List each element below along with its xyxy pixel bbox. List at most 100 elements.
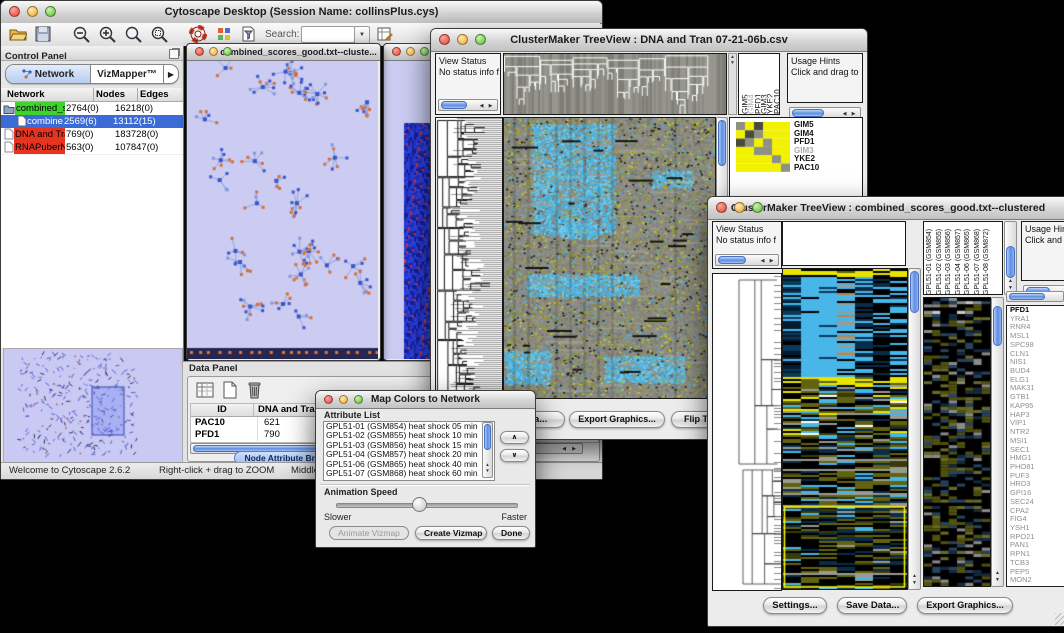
array-label[interactable]: PAC10 xyxy=(773,56,779,114)
treeview1-titlebar[interactable]: ClusterMaker TreeView : DNA and Tran 07-… xyxy=(431,29,867,52)
move-down-button[interactable]: ∨ xyxy=(500,449,529,462)
network-view-canvas[interactable] xyxy=(187,61,378,359)
attribute-list-vscrollbar[interactable]: ▲ ▼ xyxy=(482,422,493,478)
network-row[interactable]: combined_scores 2764(0) 16218(0) xyxy=(1,102,183,115)
gene-dendrogram-panel[interactable] xyxy=(435,117,503,399)
tab-network[interactable]: Network xyxy=(6,65,91,83)
heatmap-panel[interactable] xyxy=(503,117,716,399)
array-label[interactable]: GPL51-04 (GSM857) xyxy=(955,223,965,295)
save-icon[interactable] xyxy=(35,26,51,42)
scroll-up-icon[interactable]: ▲ xyxy=(909,573,920,579)
attribute-grid-icon[interactable] xyxy=(217,27,232,42)
network-row[interactable]: DNA and Tran 07 769(0) 183728(0) xyxy=(1,128,183,141)
array-labels-vscrollbar[interactable]: ▲ ▼ xyxy=(1004,221,1017,295)
scroll-left-icon[interactable]: ◀ xyxy=(560,446,568,452)
array-label[interactable]: GPL51-07 (GSM868) xyxy=(974,223,984,295)
export-graphics-button[interactable]: Export Graphics... xyxy=(569,411,665,428)
column-dendrogram-panel[interactable] xyxy=(782,221,906,266)
scroll-up-icon[interactable]: ▲ xyxy=(1005,278,1016,284)
zoom-fit-icon[interactable] xyxy=(125,26,143,43)
export-graphics-button[interactable]: Export Graphics... xyxy=(917,597,1013,614)
filter-icon[interactable] xyxy=(241,26,256,42)
zoom-in-icon[interactable] xyxy=(99,26,117,43)
new-attribute-icon[interactable] xyxy=(222,381,238,399)
scroll-down-icon[interactable]: ▼ xyxy=(992,577,1003,583)
close-icon[interactable] xyxy=(195,47,204,56)
scroll-down-icon[interactable]: ▼ xyxy=(729,60,736,66)
column-header-id[interactable]: ID xyxy=(191,404,254,416)
gene-list-vscrollbar[interactable]: ▲ ▼ xyxy=(991,297,1004,587)
zoom-window-icon[interactable] xyxy=(420,47,429,56)
save-data-button[interactable]: Save Data... xyxy=(837,597,907,614)
trash-icon[interactable] xyxy=(246,380,263,399)
scroll-down-icon[interactable]: ▼ xyxy=(483,468,492,474)
network-table-header[interactable]: Network Nodes Edges xyxy=(1,88,183,102)
open-file-icon[interactable] xyxy=(9,26,27,42)
scroll-right-icon[interactable]: ▶ xyxy=(570,446,578,452)
attribute-item[interactable]: GPL51-07 (GSM868) heat shock 60 min xyxy=(324,469,494,478)
help-icon[interactable] xyxy=(189,25,207,43)
speed-slider-knob[interactable] xyxy=(412,497,427,512)
scroll-left-icon[interactable]: ◀ xyxy=(478,103,485,109)
array-label[interactable]: GPL51-02 (GSM855) xyxy=(936,223,946,295)
scroll-up-icon[interactable]: ▲ xyxy=(992,570,1003,576)
selection-heatmap[interactable] xyxy=(736,122,790,172)
minimize-icon[interactable] xyxy=(406,47,415,56)
array-label[interactable]: YKE2 xyxy=(766,56,772,114)
array-label[interactable]: GPL51-01 (GSM854) xyxy=(926,223,936,295)
search-input[interactable] xyxy=(301,26,355,43)
settings-button[interactable]: Settings... xyxy=(763,597,827,614)
birdseye-view[interactable] xyxy=(3,348,183,463)
selection-heatmap-panel[interactable] xyxy=(923,297,991,587)
create-vizmap-button[interactable]: Create Vizmap xyxy=(415,526,487,540)
zoom-window-icon[interactable] xyxy=(752,202,763,213)
treeview2-titlebar[interactable]: ClusterMaker TreeView : combined_scores_… xyxy=(708,197,1064,220)
close-icon[interactable] xyxy=(9,6,20,17)
array-label[interactable]: GPL51-06 (GSM865) xyxy=(964,223,974,295)
array-label[interactable]: GPL51-03 (GSM856) xyxy=(945,223,955,295)
close-icon[interactable] xyxy=(324,395,333,404)
close-icon[interactable] xyxy=(716,202,727,213)
move-up-button[interactable]: ∧ xyxy=(500,431,529,444)
tab-overflow-button[interactable]: ▶ xyxy=(164,65,178,83)
view-status-hscrollbar[interactable]: ◀ ▶ xyxy=(715,254,779,266)
zoom-window-icon[interactable] xyxy=(354,395,363,404)
resize-grip[interactable] xyxy=(1055,613,1064,625)
float-panel-icon[interactable] xyxy=(169,49,179,59)
cytoscape-titlebar[interactable]: Cytoscape Desktop (Session Name: collins… xyxy=(1,1,602,24)
annotation-table-icon[interactable] xyxy=(377,26,393,42)
zoom-window-icon[interactable] xyxy=(45,6,56,17)
gene-dendrogram-panel[interactable] xyxy=(712,273,782,591)
network-row-selected[interactable]: combined_sco 2569(6) 13112(15) xyxy=(1,115,183,128)
scroll-right-icon[interactable]: ▶ xyxy=(768,258,775,264)
select-attributes-icon[interactable] xyxy=(196,381,214,399)
minimize-icon[interactable] xyxy=(457,34,468,45)
minimize-icon[interactable] xyxy=(734,202,745,213)
minimize-icon[interactable] xyxy=(209,47,218,56)
zoom-out-icon[interactable] xyxy=(73,26,91,43)
attribute-listbox[interactable]: GPL51-01 (GSM854) heat shock 05 minGPL51… xyxy=(323,421,495,481)
gene-list-hscrollbar[interactable] xyxy=(1006,291,1064,302)
heatmap-vscrollbar[interactable]: ▲ ▼ xyxy=(908,268,921,590)
zoom-window-icon[interactable] xyxy=(475,34,486,45)
network-row[interactable]: RNAPuberNov2+! 563(0) 107847(0) xyxy=(1,141,183,154)
column-dendrogram-panel[interactable] xyxy=(503,53,727,115)
tab-vizmapper[interactable]: VizMapper™ xyxy=(91,65,164,83)
scroll-right-icon[interactable]: ▶ xyxy=(487,103,494,109)
zoom-selected-icon[interactable] xyxy=(151,26,169,43)
done-button[interactable]: Done xyxy=(492,526,530,540)
zoom-window-icon[interactable] xyxy=(223,47,232,56)
gene-label[interactable]: PAC10 xyxy=(794,164,819,173)
minimize-icon[interactable] xyxy=(339,395,348,404)
close-icon[interactable] xyxy=(439,34,450,45)
minimize-icon[interactable] xyxy=(27,6,38,17)
dialog-titlebar[interactable]: Map Colors to Network xyxy=(316,391,535,409)
heatmap-panel[interactable] xyxy=(782,268,908,590)
array-label[interactable]: GPL51-08 (GSM872) xyxy=(983,223,993,295)
gene-label[interactable]: MON2 xyxy=(1010,576,1064,585)
view-status-hscrollbar[interactable]: ◀ ▶ xyxy=(438,99,498,111)
scroll-left-icon[interactable]: ◀ xyxy=(759,258,766,264)
scroll-down-icon[interactable]: ▼ xyxy=(909,580,920,586)
array-label[interactable]: GIM4 xyxy=(747,56,753,114)
close-icon[interactable] xyxy=(392,47,401,56)
